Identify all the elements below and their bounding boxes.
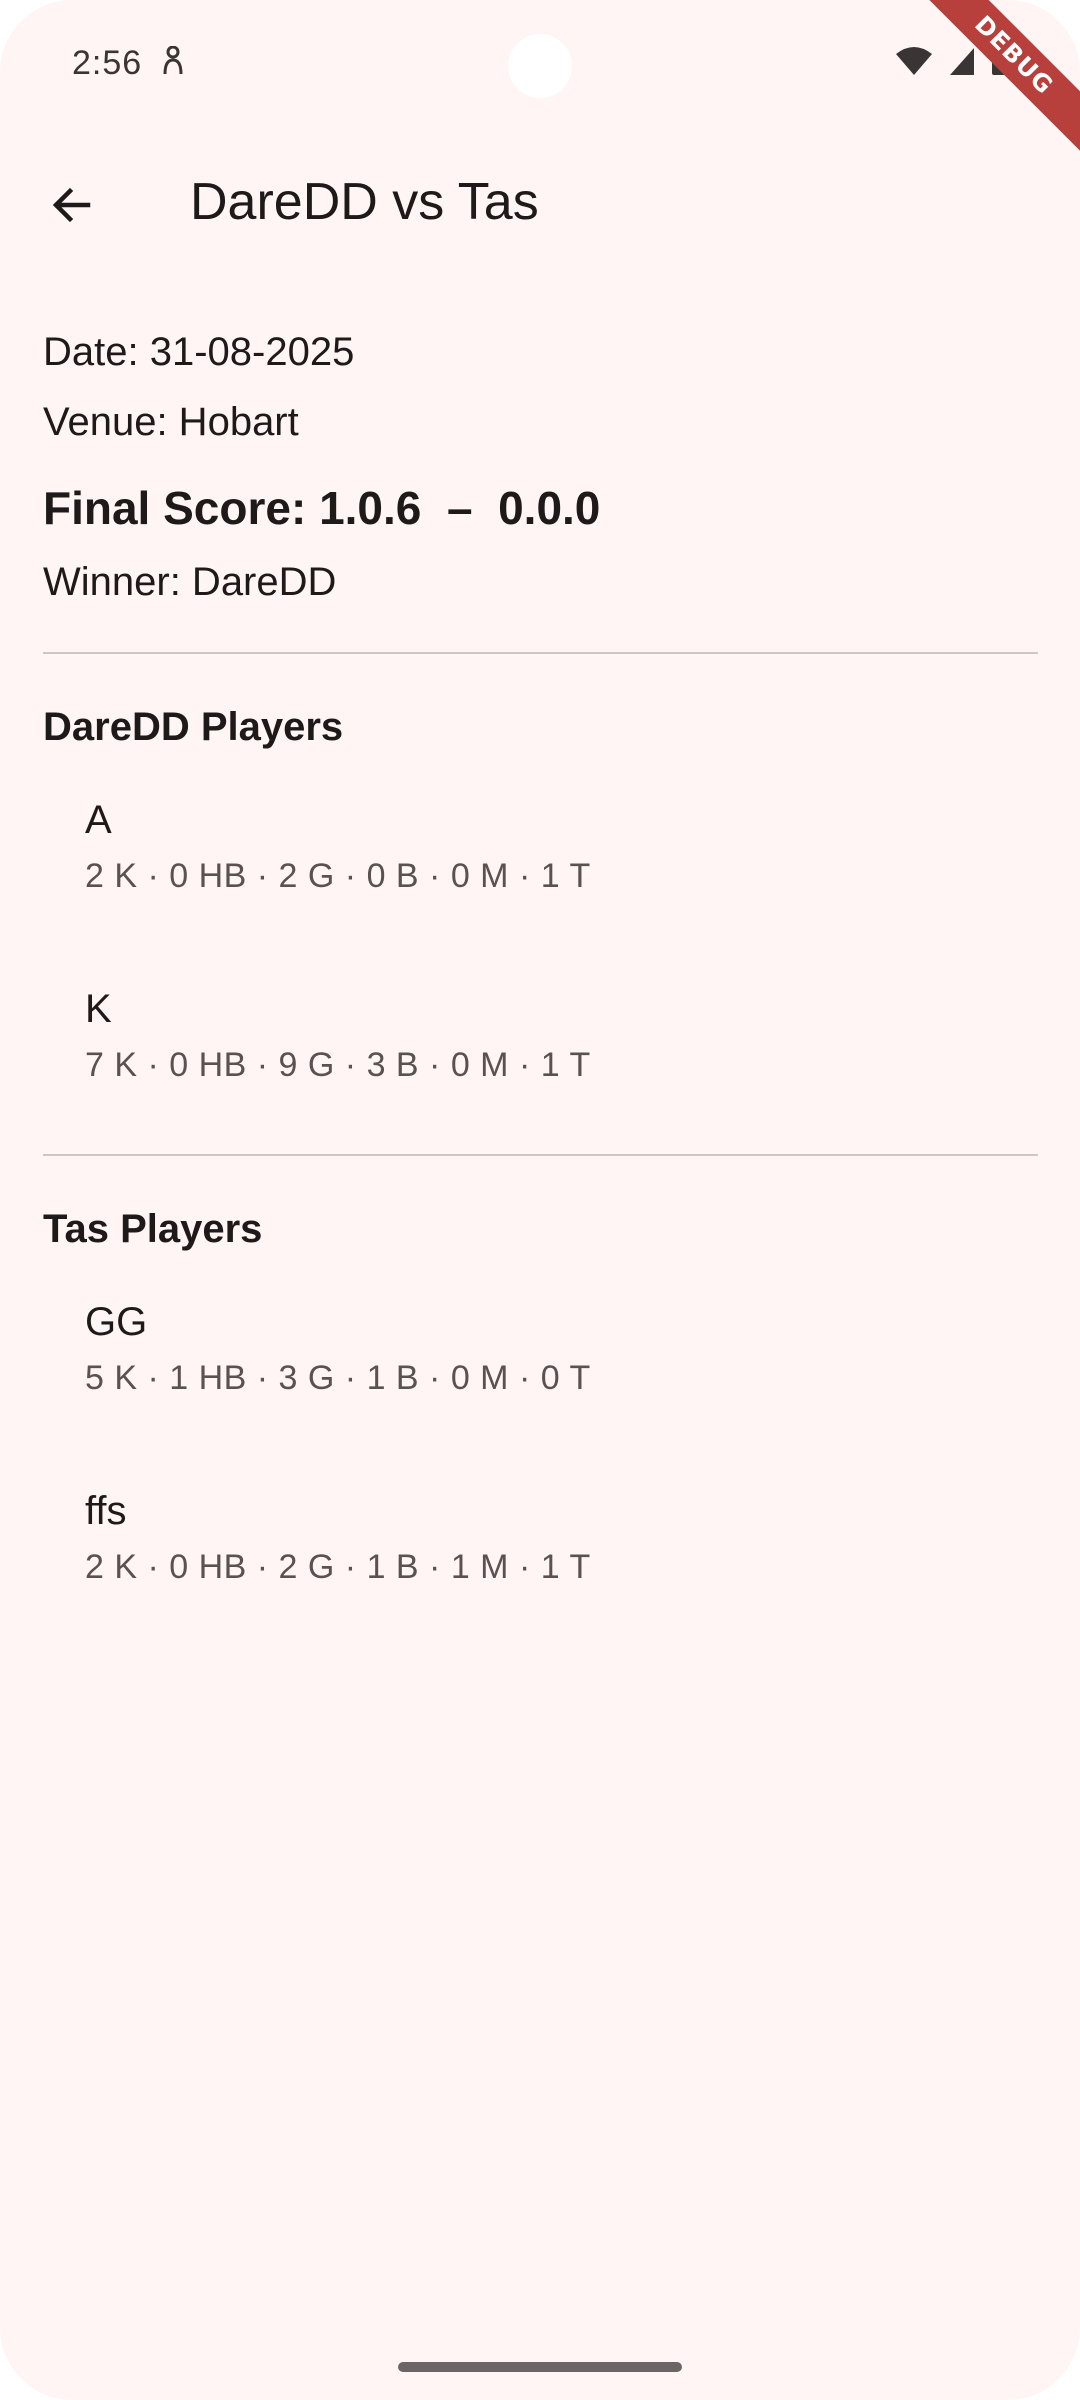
team-heading-tas: Tas Players bbox=[43, 1207, 263, 1251]
wifi-icon bbox=[896, 47, 932, 75]
home-indicator[interactable] bbox=[398, 2362, 682, 2372]
team-heading-daredd: DareDD Players bbox=[43, 705, 344, 749]
player-stats: 7 K · 0 HB · 9 G · 3 B · 0 M · 1 T bbox=[85, 1046, 591, 1084]
page-title: DareDD vs Tas bbox=[190, 173, 539, 231]
player-name: GG bbox=[85, 1300, 148, 1344]
list-item[interactable]: GG 5 K · 1 HB · 3 G · 1 B · 0 M · 0 T bbox=[43, 1298, 1038, 1487]
player-list-tas: GG 5 K · 1 HB · 3 G · 1 B · 0 M · 0 T ff… bbox=[43, 1298, 1038, 1676]
screen: 2:56 DEBUG DareDD vs Tas Date: 31-08-202… bbox=[0, 0, 1080, 2400]
match-date: Date: 31-08-2025 bbox=[43, 330, 355, 374]
player-stats: 2 K · 0 HB · 2 G · 1 B · 1 M · 1 T bbox=[85, 1548, 591, 1586]
player-name: A bbox=[85, 798, 112, 842]
person-icon bbox=[163, 46, 183, 75]
match-winner: Winner: DareDD bbox=[43, 560, 337, 604]
divider bbox=[43, 652, 1038, 654]
match-details: Date: 31-08-2025 Venue: Hobart Final Sco… bbox=[43, 320, 1038, 1676]
status-bar: 2:56 DEBUG bbox=[0, 0, 1080, 176]
final-score: Final Score: 1.0.6 – 0.0.0 bbox=[43, 482, 601, 534]
player-list-daredd: A 2 K · 0 HB · 2 G · 0 B · 0 M · 1 T K 7… bbox=[43, 796, 1038, 1174]
player-stats: 2 K · 0 HB · 2 G · 0 B · 0 M · 1 T bbox=[85, 857, 591, 895]
signal-icon bbox=[950, 48, 974, 75]
list-item[interactable]: ffs 2 K · 0 HB · 2 G · 1 B · 1 M · 1 T bbox=[43, 1487, 1038, 1676]
list-item[interactable]: K 7 K · 0 HB · 9 G · 3 B · 0 M · 1 T bbox=[43, 985, 1038, 1174]
arrow-left-icon bbox=[52, 187, 91, 223]
camera-cutout bbox=[508, 34, 572, 98]
player-name: ffs bbox=[85, 1489, 127, 1533]
status-time: 2:56 bbox=[72, 44, 143, 82]
player-stats: 5 K · 1 HB · 3 G · 1 B · 0 M · 0 T bbox=[85, 1359, 591, 1397]
divider bbox=[43, 1154, 1038, 1156]
match-venue: Venue: Hobart bbox=[43, 400, 299, 444]
back-button[interactable] bbox=[30, 163, 114, 247]
app-bar: DareDD vs Tas bbox=[0, 150, 1080, 260]
list-item[interactable]: A 2 K · 0 HB · 2 G · 0 B · 0 M · 1 T bbox=[43, 796, 1038, 985]
player-name: K bbox=[85, 987, 112, 1031]
